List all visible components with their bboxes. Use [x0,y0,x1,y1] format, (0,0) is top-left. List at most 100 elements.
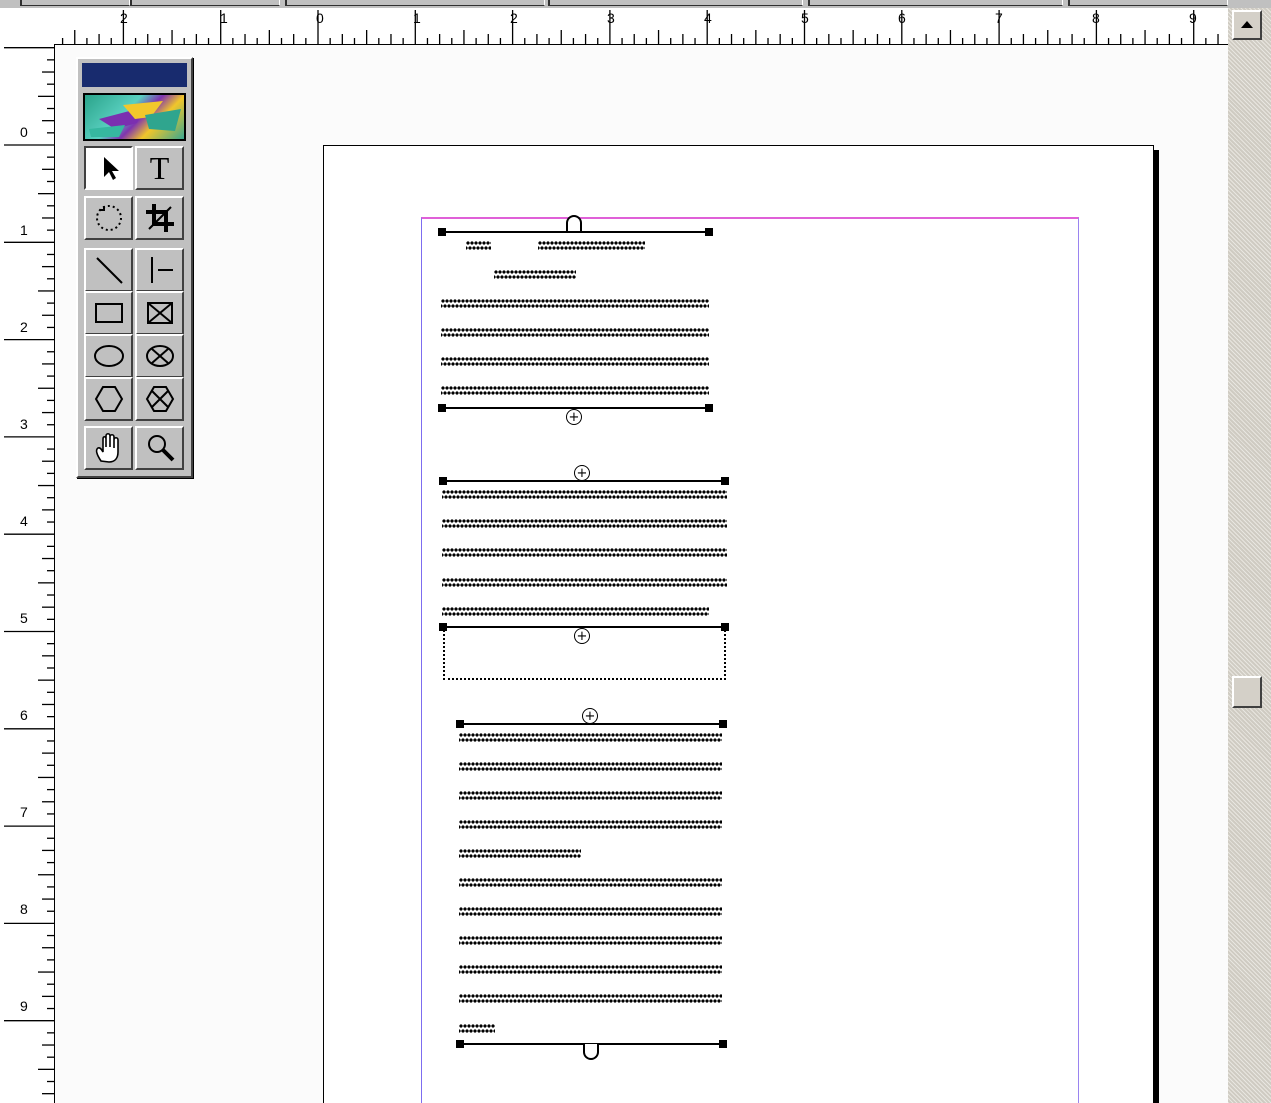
frame-handle[interactable] [721,477,729,485]
greeked-text-line [459,790,722,801]
scroll-up-button[interactable] [1232,10,1262,40]
ruler-label: 2 [510,10,518,26]
ruler-label: 1 [20,222,28,238]
greeked-text-line [442,489,727,500]
polygon-frame-tool[interactable] [135,377,184,421]
greeked-text-line [459,1023,495,1034]
greeked-text-line [442,547,727,558]
pointer-tool-icon [103,157,119,180]
layout-application-window: + + + + T 2 1 0 1 2 3 4 5 6 7 8 9 0 1 2 … [0,0,1271,1103]
greeked-text-line [538,240,645,251]
ruler-label: 0 [20,124,28,140]
greeked-text-line [459,906,722,917]
greeked-text-line [459,993,722,1004]
ruler-label: 3 [20,416,28,432]
greeked-text-line [459,964,722,975]
toolbar-button[interactable] [808,0,1063,6]
ruler-label: 4 [704,10,712,26]
frame-handle[interactable] [456,720,464,728]
toolbar-button[interactable] [285,0,545,6]
ruler-label: 9 [20,998,28,1014]
greeked-text-line [459,848,581,859]
frame-handle[interactable] [705,404,713,412]
perpendicular-line-tool[interactable] [135,248,184,292]
rotate-tool[interactable] [84,196,133,240]
frame-top-edge[interactable] [459,723,723,725]
greeked-text-line [441,298,709,309]
greeked-text-line [459,935,722,946]
out-port-plus-icon[interactable]: + [566,409,582,425]
ruler-label: 4 [20,513,28,529]
greeked-text-line [442,518,727,529]
vertical-scrollbar[interactable] [1228,8,1271,1103]
toolbar-button[interactable] [548,0,803,6]
crop-tool[interactable] [135,196,184,240]
greeked-text-line [442,606,709,617]
rotate-tool-icon [95,205,122,231]
application-logo-icon [83,93,186,141]
greeked-text-line [459,732,722,743]
ellipse-frame-tool[interactable] [135,334,184,378]
polygon-frame-tool-icon [145,386,174,412]
in-port-icon[interactable] [566,215,582,231]
greeked-text-line [459,877,722,888]
crop-tool-icon [145,204,174,232]
frame-handle[interactable] [705,228,713,236]
zoom-tool[interactable] [135,426,184,470]
frame-handle[interactable] [719,720,727,728]
rectangle-frame-tool-icon [146,302,173,324]
greeked-text-line [494,269,576,280]
line-tool[interactable] [84,248,133,292]
ruler-label: 6 [898,10,906,26]
toolbar-button[interactable] [20,0,130,6]
hand-tool[interactable] [84,426,133,470]
ruler-label: 7 [20,804,28,820]
greeked-text-line [459,819,722,830]
ruler-label: 0 [316,10,324,26]
ruler-label: 9 [1189,10,1197,26]
ruler-label: 1 [413,10,421,26]
frame-handle[interactable] [438,228,446,236]
polygon-tool-icon [94,386,123,412]
greeked-text-line [442,577,727,588]
ruler-label: 6 [20,707,28,723]
perpendicular-line-tool-icon [150,257,173,283]
frame-handle[interactable] [456,1040,464,1048]
frame-top-edge[interactable] [441,231,709,233]
empty-frame-outline[interactable] [443,627,726,680]
hand-tool-icon [95,432,119,463]
rectangle-frame-tool[interactable] [135,291,184,335]
scrollbar-thumb[interactable] [1232,676,1262,708]
toolbar-button[interactable] [130,0,280,6]
ruler-label: 1 [220,10,228,26]
pointer-tool[interactable] [84,146,133,190]
ruler-label: 7 [995,10,1003,26]
line-tool-icon [95,257,123,284]
frame-handle[interactable] [439,477,447,485]
ruler-label: 5 [801,10,809,26]
in-port-plus-icon[interactable]: + [574,465,590,481]
toolbar-button[interactable] [1068,0,1228,6]
in-port-plus-icon[interactable]: + [582,708,598,724]
out-port-end-icon[interactable] [583,1044,599,1060]
ellipse-tool-icon [93,345,124,367]
greeked-text-line [441,327,709,338]
ruler-label: 5 [20,610,28,626]
toolbox-title-bar[interactable] [82,63,187,87]
ellipse-tool[interactable] [84,334,133,378]
zoom-tool-icon [147,435,174,462]
frame-handle[interactable] [438,404,446,412]
rectangle-tool[interactable] [84,291,133,335]
frame-handle[interactable] [719,1040,727,1048]
text-tool[interactable]: T [135,146,184,190]
rectangle-tool-icon [94,303,123,323]
greeked-text-line [466,240,491,251]
text-tool-icon: T [149,150,170,186]
ruler-label: 2 [120,10,128,26]
greeked-text-line [441,385,709,396]
ellipse-frame-tool-icon [145,345,174,367]
vertical-ruler[interactable] [0,44,55,1103]
polygon-tool[interactable] [84,377,133,421]
frame-top-edge[interactable] [442,480,726,482]
logo-artwork [89,101,181,137]
